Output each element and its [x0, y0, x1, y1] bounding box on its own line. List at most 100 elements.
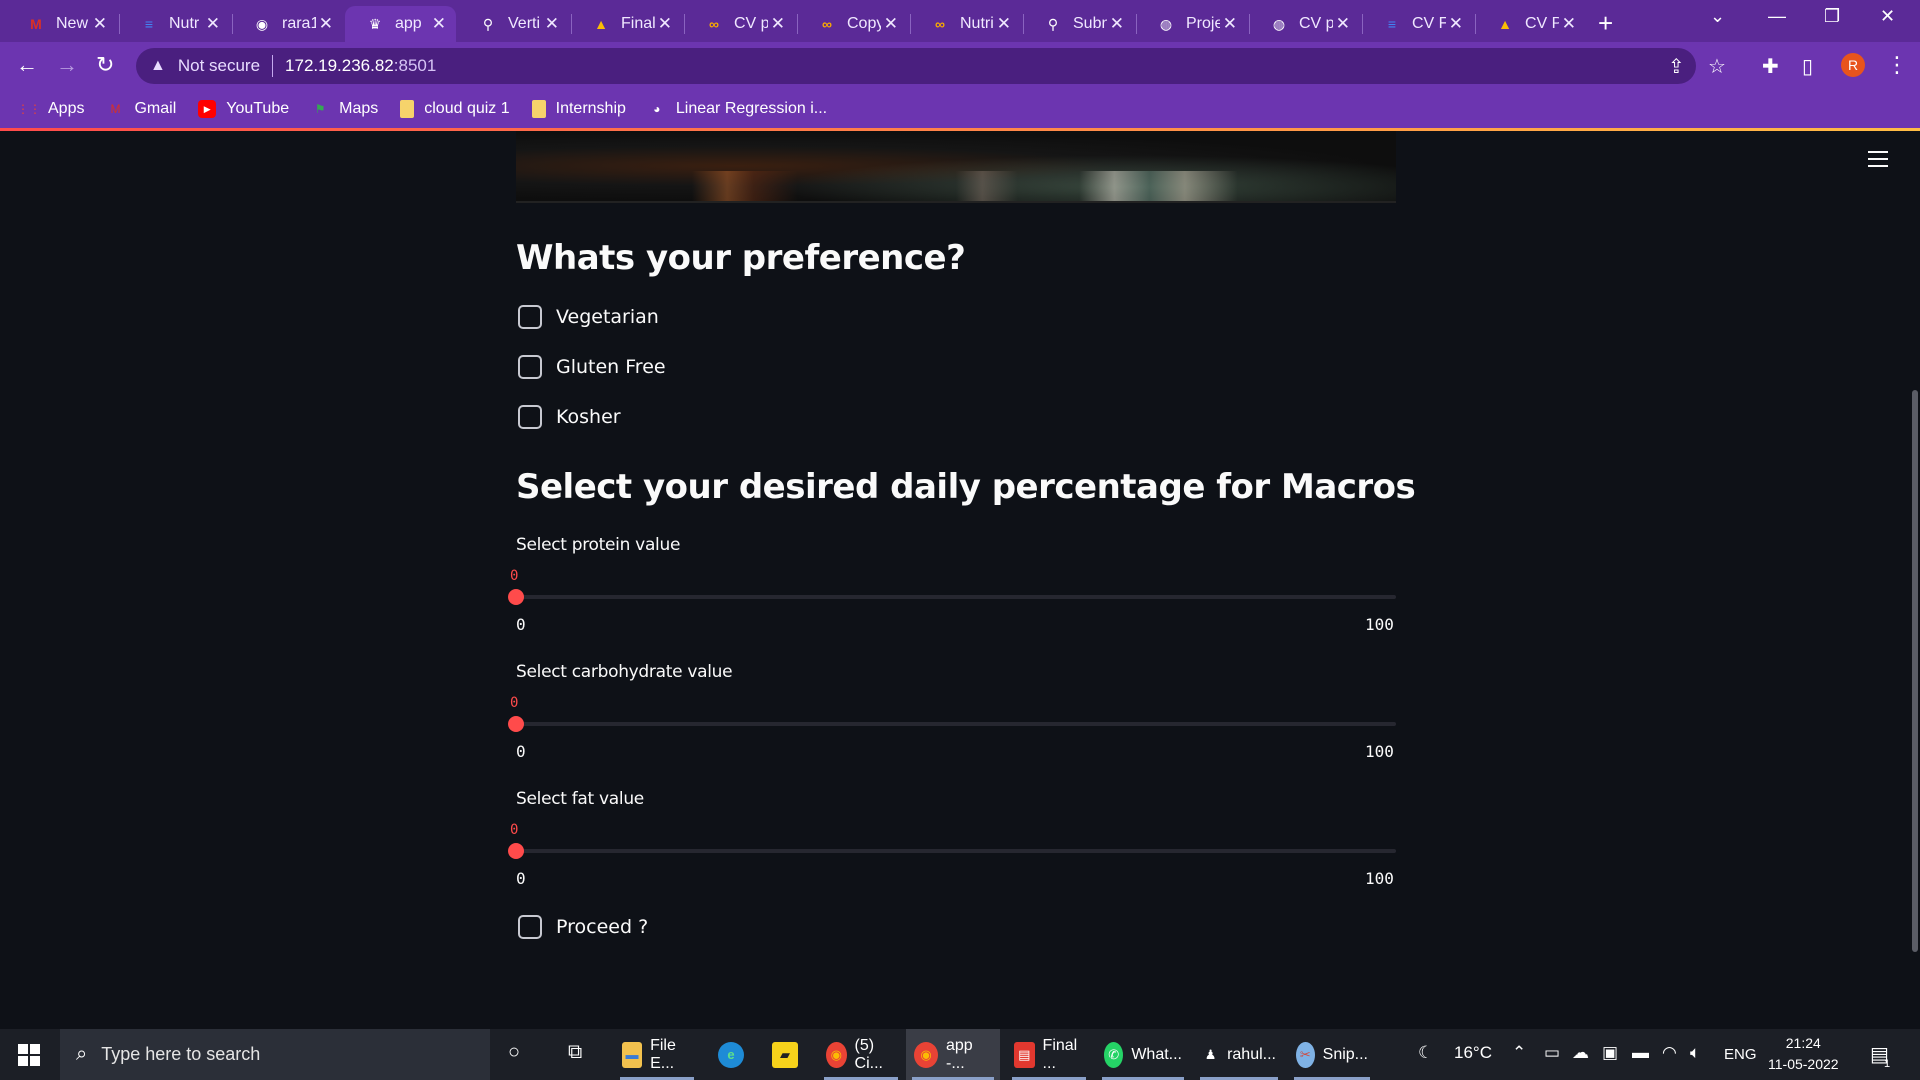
taskbar-app[interactable]: ◉ app -... [906, 1029, 1000, 1080]
snipping-tool-icon: ✂ [1296, 1041, 1315, 1068]
url-text[interactable]: 172.19.236.82:8501 [285, 56, 436, 76]
side-panel-icon[interactable]: ▯ [1802, 54, 1813, 79]
search-placeholder: Type here to search [101, 1044, 261, 1064]
checkbox-box[interactable] [518, 405, 542, 429]
browser-tab[interactable]: ∞ CV p ✕ [684, 6, 795, 42]
bookmark-item[interactable]: cloud quiz 1 [400, 100, 510, 118]
tab-separator [1136, 14, 1137, 34]
forward-icon[interactable]: → [56, 52, 78, 78]
carbohydrate-slider[interactable] [508, 716, 1396, 732]
browser-tab[interactable]: ◍ CV p ✕ [1249, 6, 1360, 42]
tab-close-icon[interactable]: ✕ [206, 14, 220, 34]
url-port: :8501 [393, 56, 437, 75]
fat-slider-thumb[interactable] [508, 843, 524, 859]
browser-tab[interactable]: ▲ Final ✕ [571, 6, 682, 42]
protein-slider[interactable] [508, 589, 1396, 605]
tab-close-icon[interactable]: ✕ [1562, 14, 1576, 34]
weather-temperature[interactable]: 16°C [1454, 1043, 1492, 1063]
restore-button[interactable]: ❐ [1824, 6, 1840, 27]
chrome-menu-icon[interactable]: ⋮ [1886, 52, 1908, 78]
bookmark-item[interactable]: ⚑ Maps [311, 100, 379, 118]
browser-tab[interactable]: ⚲ Verti ✕ [458, 6, 569, 42]
battery-icon[interactable]: ▬ [1632, 1043, 1649, 1063]
taskbar-app[interactable]: ▰ [764, 1029, 814, 1080]
taskbar-app[interactable]: ◉ (5) Ci... [818, 1029, 904, 1080]
display-icon[interactable]: ▣ [1602, 1043, 1618, 1063]
back-icon[interactable]: ← [16, 52, 38, 78]
reload-icon[interactable]: ↻ [96, 52, 114, 78]
browser-tab[interactable]: ◍ Proje ✕ [1136, 6, 1247, 42]
taskbar-app[interactable]: ▤ Final ... [1006, 1029, 1092, 1080]
python-icon: ◕ [653, 102, 661, 116]
browser-tab[interactable]: ≡ Nutr ✕ [119, 6, 230, 42]
bookmark-item[interactable]: ⋮⋮ Apps [17, 100, 84, 118]
browser-tab[interactable]: ∞ Nutri ✕ [910, 6, 1021, 42]
browser-tab[interactable]: ▲ CV P ✕ [1475, 6, 1586, 42]
checkbox-box[interactable] [518, 305, 542, 329]
weather-moon-icon[interactable]: ☾ [1418, 1043, 1433, 1063]
checkbox-box[interactable] [518, 915, 542, 939]
tab-close-icon[interactable]: ✕ [1336, 14, 1350, 34]
taskbar-app[interactable]: ♟ rahul... [1194, 1029, 1284, 1080]
carbohydrate-slider-thumb[interactable] [508, 716, 524, 732]
taskbar-app[interactable]: e [710, 1029, 760, 1080]
tab-close-icon[interactable]: ✕ [545, 14, 559, 34]
browser-tab[interactable]: ≡ CV F ✕ [1362, 6, 1473, 42]
fat-slider-min: 0 [516, 869, 526, 888]
close-window-button[interactable]: ✕ [1880, 6, 1895, 27]
page-scrollbar[interactable] [1912, 390, 1918, 952]
checkbox-kosher[interactable]: Kosher [518, 405, 621, 429]
checkbox-vegetarian[interactable]: Vegetarian [518, 305, 659, 329]
onedrive-icon[interactable]: ☁ [1572, 1043, 1589, 1063]
tab-close-icon[interactable]: ✕ [93, 14, 107, 34]
cortana-icon[interactable]: ○ [508, 1041, 520, 1064]
browser-tab[interactable]: ∞ Copy ✕ [797, 6, 908, 42]
tab-close-icon[interactable]: ✕ [1110, 14, 1124, 34]
bookmark-item[interactable]: ▶ YouTube [198, 100, 289, 118]
share-icon[interactable]: ⇪ [1668, 54, 1685, 79]
language-indicator[interactable]: ENG [1724, 1046, 1757, 1063]
minimize-button[interactable]: — [1768, 6, 1786, 27]
tab-close-icon[interactable]: ✕ [432, 14, 446, 34]
browser-tab[interactable]: M New ✕ [6, 6, 117, 42]
tab-close-icon[interactable]: ✕ [997, 14, 1011, 34]
security-label[interactable]: Not secure [178, 56, 260, 76]
new-tab-button[interactable]: + [1598, 8, 1613, 39]
tab-close-icon[interactable]: ✕ [319, 14, 333, 34]
bookmark-item[interactable]: ◕ Linear Regression i... [648, 100, 827, 118]
taskbar-search[interactable]: ⌕ Type here to search [60, 1029, 490, 1080]
wifi-icon[interactable]: ◠ [1662, 1043, 1677, 1063]
clock[interactable]: 21:24 11-05-2022 [1768, 1033, 1839, 1075]
profile-avatar[interactable]: R [1841, 53, 1865, 77]
bookmark-star-icon[interactable]: ☆ [1708, 54, 1726, 79]
taskbar-app[interactable]: ✂ Snip... [1288, 1029, 1376, 1080]
volume-icon[interactable]: 🔈︎ [1690, 1043, 1700, 1063]
address-bar[interactable]: ▲ Not secure 172.19.236.82:8501 ⇪ ☆ [136, 48, 1726, 84]
tray-chevron-icon[interactable]: ⌃ [1512, 1043, 1526, 1063]
checkbox-proceed[interactable]: Proceed ? [518, 915, 648, 939]
browser-tab[interactable]: ◉ rara1 ✕ [232, 6, 343, 42]
tab-close-icon[interactable]: ✕ [658, 14, 672, 34]
bookmark-item[interactable]: M Gmail [106, 100, 176, 118]
tab-close-icon[interactable]: ✕ [884, 14, 898, 34]
browser-tab[interactable]: ⚲ Subn ✕ [1023, 6, 1134, 42]
tab-close-icon[interactable]: ✕ [771, 14, 785, 34]
meet-icon[interactable]: ▭ [1544, 1043, 1560, 1063]
taskbar-app[interactable]: ▬ File E... [614, 1029, 700, 1080]
task-view-icon[interactable]: ⧉ [568, 1041, 582, 1064]
tab-close-icon[interactable]: ✕ [1223, 14, 1237, 34]
checkbox-box[interactable] [518, 355, 542, 379]
maps-icon: ⚑ [314, 102, 326, 116]
taskbar-app[interactable]: ✆ What... [1096, 1029, 1190, 1080]
bookmark-item[interactable]: Internship [531, 100, 626, 118]
extensions-icon[interactable]: ✚ [1762, 54, 1779, 79]
hamburger-menu-icon[interactable] [1868, 151, 1888, 167]
tab-close-icon[interactable]: ✕ [1449, 14, 1463, 34]
fat-slider[interactable] [508, 843, 1396, 859]
browser-tab[interactable]: ♛ app ✕ [345, 6, 456, 42]
apps-grid-icon: ⋮⋮ [17, 102, 41, 116]
protein-slider-thumb[interactable] [508, 589, 524, 605]
tab-search-icon[interactable]: ⌄ [1710, 6, 1725, 27]
windows-start-icon[interactable] [18, 1044, 40, 1066]
checkbox-gluten-free[interactable]: Gluten Free [518, 355, 666, 379]
